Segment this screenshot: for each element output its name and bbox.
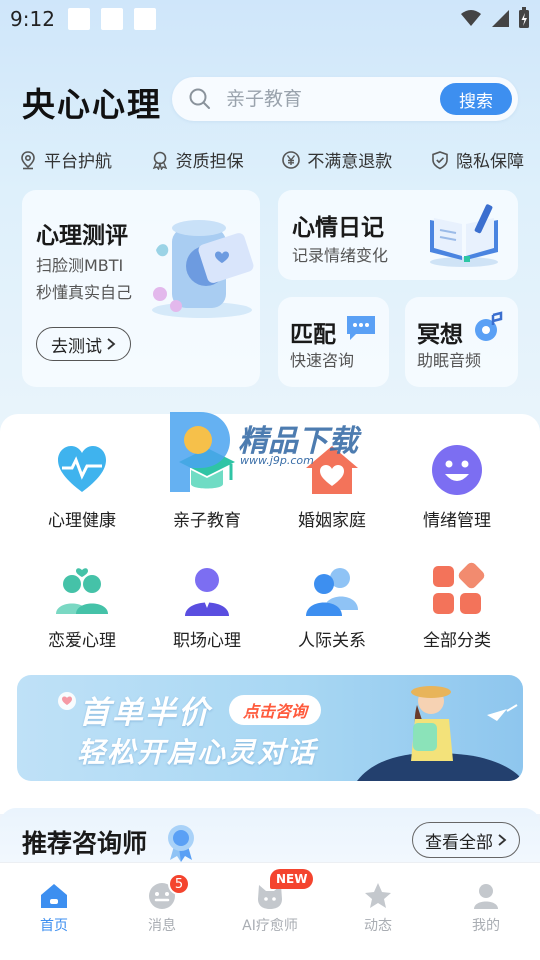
promo-banner[interactable]: 首单半价 点击咨询 轻松开启心灵对话	[17, 675, 523, 781]
guarantee-label: 隐私保障	[455, 152, 524, 172]
heart-pulse-icon	[58, 446, 106, 492]
category-mental-health[interactable]: 心理健康	[22, 440, 142, 531]
guarantee-platform: 平台护航	[18, 147, 112, 172]
guarantee-refund: 不满意退款	[281, 147, 392, 172]
category-label: 职场心理	[173, 631, 241, 651]
star-icon	[365, 883, 391, 908]
notification-icon	[68, 8, 90, 30]
assessment-line1: 扫脸测MBTI	[36, 256, 124, 275]
notification-icon	[101, 8, 123, 30]
heart-bubble-icon	[58, 692, 76, 710]
signal-icon	[492, 10, 509, 27]
match-subtitle: 快速咨询	[290, 351, 355, 370]
grid-icon	[433, 562, 485, 614]
tab-bar: 首页 5 消息 NEW AI疗愈师 动态 我的	[0, 862, 540, 960]
category-label: 婚姻家庭	[298, 511, 366, 531]
tab-feed[interactable]: 动态	[324, 881, 432, 935]
meditation-title: 冥想	[417, 322, 463, 348]
guarantee-label: 资质担保	[175, 152, 244, 172]
search-button[interactable]: 搜索	[440, 83, 512, 115]
guarantee-label: 平台护航	[44, 152, 112, 172]
assessment-card[interactable]: 心理测评 扫脸测MBTI 秒懂真实自己 去测试	[22, 190, 260, 387]
search-box[interactable]: 搜索	[172, 77, 518, 121]
view-all-label: 查看全部	[425, 832, 493, 853]
guarantee-bar: 平台护航 资质担保 不满意退款 隐私保障	[18, 147, 524, 172]
app-title: 央心心理	[22, 85, 162, 124]
tab-label: AI疗愈师	[242, 918, 298, 934]
meditation-card[interactable]: 冥想 助眠音频	[405, 297, 518, 387]
watermark: 精品下载 www.j9p.com	[160, 408, 390, 498]
new-badge: NEW	[270, 869, 314, 889]
notification-icon	[134, 8, 156, 30]
yen-icon	[282, 150, 301, 169]
wifi-icon	[461, 10, 481, 26]
tab-ai-healer[interactable]: NEW AI疗愈师	[216, 869, 324, 935]
battery-icon	[519, 7, 529, 28]
category-label: 亲子教育	[173, 511, 241, 531]
user-icon	[474, 884, 498, 909]
diary-subtitle: 记录情绪变化	[292, 246, 389, 265]
tab-label: 我的	[472, 918, 500, 934]
watermark-logo-icon	[170, 412, 230, 492]
go-test-button[interactable]: 去测试	[36, 327, 131, 361]
music-note-icon	[475, 311, 503, 341]
category-love[interactable]: 恋爱心理	[22, 560, 142, 651]
diary-card[interactable]: 心情日记 记录情绪变化	[278, 190, 518, 280]
couple-icon	[56, 568, 108, 614]
assessment-line2: 秒懂真实自己	[36, 283, 133, 302]
category-label: 心理健康	[48, 511, 116, 531]
home-icon	[41, 884, 67, 908]
chevron-right-icon	[498, 834, 507, 846]
category-all[interactable]: 全部分类	[397, 560, 517, 651]
chat-bubble-icon	[347, 316, 375, 340]
guarantee-label: 不满意退款	[307, 152, 393, 172]
search-icon	[189, 88, 210, 109]
category-label: 人际关系	[298, 631, 366, 651]
tab-label: 消息	[148, 918, 176, 934]
status-time: 9:12	[10, 7, 55, 31]
category-label: 情绪管理	[423, 511, 491, 531]
smiley-icon	[432, 445, 482, 495]
category-emotion[interactable]: 情绪管理	[397, 440, 517, 531]
category-relationships[interactable]: 人际关系	[272, 560, 392, 651]
tab-label: 首页	[40, 918, 68, 934]
tab-label: 动态	[364, 918, 392, 934]
tab-messages[interactable]: 5 消息	[108, 873, 216, 935]
tab-profile[interactable]: 我的	[432, 881, 540, 935]
professional-icon	[185, 568, 229, 616]
unread-badge: 5	[168, 873, 190, 895]
girl-illustration-icon	[357, 686, 523, 781]
match-card[interactable]: 匹配 快速咨询	[278, 297, 389, 387]
status-icons	[460, 7, 530, 29]
banner-headline: 首单半价	[79, 695, 211, 731]
recommended-title: 推荐咨询师	[22, 829, 148, 858]
consult-button[interactable]: 点击咨询	[229, 695, 322, 725]
watermark-url: www.j9p.com	[240, 454, 314, 467]
category-workplace[interactable]: 职场心理	[147, 560, 267, 651]
meditation-subtitle: 助眠音频	[417, 351, 482, 370]
category-label: 恋爱心理	[48, 631, 116, 651]
banner-subheadline: 轻松开启心灵对话	[77, 736, 318, 769]
status-bar: 9:12	[0, 0, 540, 38]
tab-home[interactable]: 首页	[0, 881, 108, 935]
view-all-button[interactable]: 查看全部	[412, 822, 520, 858]
match-title: 匹配	[290, 322, 336, 348]
chevron-right-icon	[107, 338, 116, 350]
guarantee-privacy: 隐私保障	[430, 147, 524, 172]
go-test-label: 去测试	[51, 336, 102, 357]
people-icon	[306, 568, 358, 616]
medal-icon	[168, 825, 194, 862]
guarantee-qualification: 资质担保	[150, 147, 244, 172]
certificate-icon	[152, 151, 167, 170]
privacy-shield-icon	[432, 150, 448, 169]
category-label: 全部分类	[423, 631, 491, 651]
search-input[interactable]	[226, 88, 426, 110]
test-illustration-icon	[152, 220, 254, 318]
diary-title: 心情日记	[292, 215, 384, 241]
assessment-title: 心理测评	[36, 223, 128, 249]
location-shield-icon	[21, 150, 35, 169]
diary-book-icon	[430, 204, 498, 267]
